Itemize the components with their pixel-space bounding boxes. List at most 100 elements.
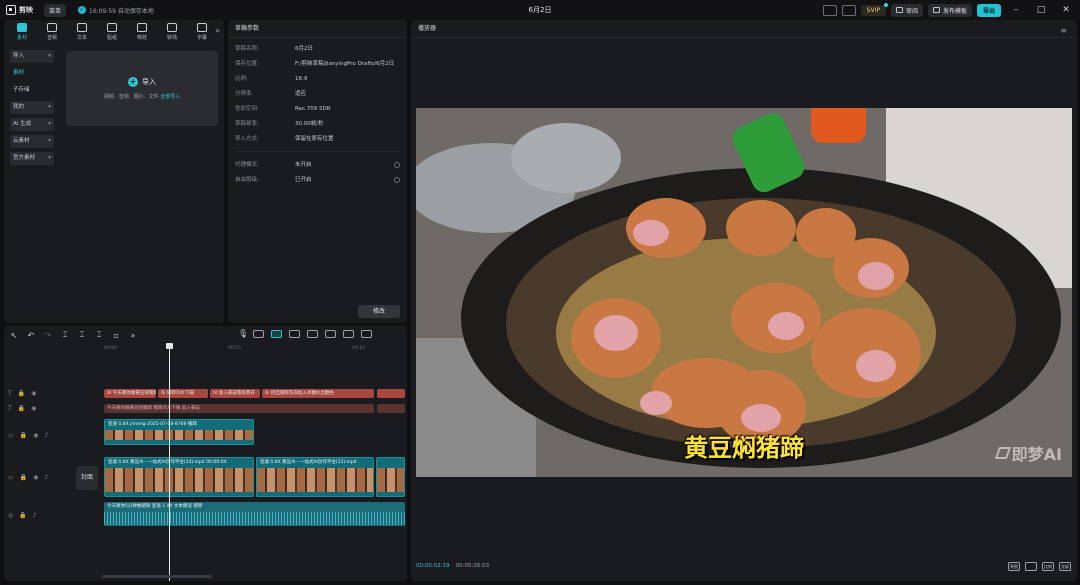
undo-icon[interactable]: ↶: [27, 331, 35, 340]
timeline-ruler[interactable]: 00:00 00:05 00:10: [102, 345, 407, 355]
more-tabs-icon[interactable]: »: [215, 26, 220, 35]
menu-icon[interactable]: ≡: [1060, 26, 1067, 35]
lock-icon[interactable]: 🔒: [18, 405, 25, 412]
modify-button[interactable]: 修改: [358, 305, 400, 318]
sidebar-item-cloud[interactable]: 云素材: [10, 135, 54, 148]
tab-transition[interactable]: 转场: [160, 23, 184, 41]
eye-icon[interactable]: ◉: [31, 405, 36, 412]
clip-caption: 变速 0.8X jimeng-2025-07-08-8766-猪蹄: [108, 422, 197, 427]
sidebar-item-ai-generate[interactable]: AI 生成: [10, 118, 54, 131]
split-icon[interactable]: ⌶: [61, 330, 69, 340]
audio-mute-icon[interactable]: ♪: [44, 432, 48, 439]
text-clip[interactable]: AI 猪蹄冷水下锅: [158, 389, 208, 398]
sidebar-item-media[interactable]: 素材: [10, 67, 60, 80]
text-icon: [77, 23, 87, 32]
tab-audio[interactable]: 音频: [40, 23, 64, 41]
draft-props-panel: 草稿参数 草稿名称: 6月2日 保存位置: F:/剪映草稿/JianyingPro …: [228, 20, 407, 323]
delete-icon[interactable]: ▫: [112, 331, 120, 340]
sidebar-item-import[interactable]: 导入: [10, 50, 54, 63]
ruler-tick: 00:10: [352, 346, 365, 351]
video-clip[interactable]: [376, 457, 405, 497]
prop-key: 代理模式:: [235, 162, 259, 168]
template-icon: [932, 7, 940, 13]
select-pointer-icon[interactable]: ↖: [10, 331, 18, 340]
tab-label: 贴纸: [106, 35, 117, 41]
cover-button[interactable]: 封面: [76, 466, 98, 490]
text-clip[interactable]: [377, 404, 405, 413]
export-button[interactable]: 导出: [976, 3, 1001, 17]
close-icon[interactable]: ✕: [1056, 5, 1076, 15]
split-left-icon[interactable]: ⌶: [78, 330, 86, 340]
publish-template-button[interactable]: 发布模板: [927, 3, 972, 17]
auto-snap-icon[interactable]: [271, 329, 282, 338]
fullscreen-button[interactable]: 全屏: [1059, 562, 1071, 571]
main-menu-button[interactable]: 菜单: [44, 3, 67, 17]
prop-value: 已开启: [295, 177, 312, 183]
redo-icon[interactable]: ↷: [44, 331, 52, 340]
text-clip[interactable]: [377, 389, 405, 398]
preview-axis-icon[interactable]: [307, 329, 318, 338]
prop-row: 分辨率: 适应: [235, 91, 400, 98]
import-all-link[interactable]: 全部导入: [160, 94, 180, 100]
sidebar-label: 官方素材: [13, 155, 36, 161]
video-clip[interactable]: 变速 0.8X 黄豆AI - 一站式AI创作平台(12).mp4: [256, 457, 374, 497]
original-ratio-button[interactable]: 原图: [1008, 562, 1020, 571]
prop-row: 草稿帧率: 30.00帧/秒: [235, 121, 400, 128]
text-clip[interactable]: AI 捞出猪蹄洗净加入冰糖炒出糖色: [262, 389, 374, 398]
tab-effects[interactable]: 特效: [130, 23, 154, 41]
lock-icon[interactable]: 🔒: [18, 390, 25, 397]
split-right-icon[interactable]: ⌶: [95, 330, 103, 340]
video-clip[interactable]: 变速 0.8X jimeng-2025-07-08-8766-猪蹄: [104, 419, 254, 445]
main-track-magnet-icon[interactable]: [253, 329, 264, 338]
crop-icon[interactable]: [1025, 562, 1037, 571]
text-track-controls: T 🔒 ◉: [8, 390, 36, 397]
sidebar-label: AI 生成: [13, 121, 32, 127]
eye-icon[interactable]: ◉: [31, 390, 36, 397]
zoom-in-icon[interactable]: [343, 329, 354, 338]
maximize-icon[interactable]: □: [1031, 5, 1051, 15]
lock-icon[interactable]: 🔒: [20, 474, 27, 481]
info-icon[interactable]: [394, 162, 400, 168]
minimize-icon[interactable]: –: [1006, 5, 1026, 15]
review-button[interactable]: 审阅: [890, 3, 923, 17]
audio-mute-icon[interactable]: ♪: [44, 474, 48, 481]
zoom-out-icon[interactable]: [325, 329, 336, 338]
import-drop-area[interactable]: + 导入 视频、音频、图片、文件 全部导入: [66, 51, 218, 126]
lock-icon[interactable]: 🔒: [20, 432, 27, 439]
tab-sticker[interactable]: 贴纸: [100, 23, 124, 41]
media-panel: 素材 音频 文本 贴纸 特效 转场 字幕 » 导入 素材 子存储 我的 AI 生…: [4, 20, 224, 323]
eye-icon[interactable]: ◉: [33, 474, 38, 481]
text-clip[interactable]: AI 加入姜蒜葱段煮开: [210, 389, 260, 398]
timeline-scrollbar[interactable]: [102, 575, 212, 578]
more-tools-icon[interactable]: »: [129, 331, 137, 340]
prop-key: 自由层级:: [235, 177, 259, 183]
sidebar-item-official[interactable]: 官方素材: [10, 152, 54, 165]
video-clip[interactable]: 变速 0.8X 黄豆AI - 一站式AI创作平台(14).mp4 00:00:0…: [104, 457, 254, 497]
video-preview[interactable]: 黄豆焖猪蹄 即梦AI: [416, 108, 1072, 477]
tab-text[interactable]: 文本: [70, 23, 94, 41]
layout-icon[interactable]: [822, 4, 837, 16]
audio-clip[interactable]: 今天教你5分钟做猪蹄 变速 1.4X 文本朗读 猪蹄: [104, 502, 405, 526]
info-icon[interactable]: [394, 177, 400, 183]
linkage-icon[interactable]: [289, 329, 300, 338]
monitor-icon[interactable]: [841, 4, 856, 16]
tab-media[interactable]: 素材: [10, 23, 34, 41]
media-sidebar: 导入 素材 子存储 我的 AI 生成 云素材 官方素材: [10, 50, 60, 169]
svip-badge[interactable]: SVIP: [860, 2, 889, 16]
text-clip[interactable]: AI 今天教你做黄豆焖猪蹄: [104, 389, 156, 398]
sidebar-item-mine[interactable]: 我的: [10, 101, 54, 114]
microphone-icon[interactable]: 🎙: [238, 329, 248, 338]
sidebar-item-substorage[interactable]: 子存储: [10, 84, 60, 97]
playhead[interactable]: [166, 343, 173, 581]
sidebar-label: 我的: [13, 104, 25, 110]
app-logo-icon: [6, 5, 16, 15]
text-clip[interactable]: 今天教你做黄豆焖猪蹄 猪蹄冷水下锅 加入姜蒜: [104, 404, 374, 413]
audio-mute-icon[interactable]: ♪: [33, 512, 37, 519]
zoom-fit-icon[interactable]: [361, 329, 372, 338]
prop-key: 导入方式:: [235, 136, 259, 142]
lock-icon[interactable]: 🔒: [19, 512, 26, 519]
aspect-ratio-button[interactable]: 比例: [1042, 562, 1054, 571]
eye-icon[interactable]: ◉: [33, 432, 38, 439]
tab-caption[interactable]: 字幕: [190, 23, 214, 41]
transition-icon: [167, 23, 177, 32]
